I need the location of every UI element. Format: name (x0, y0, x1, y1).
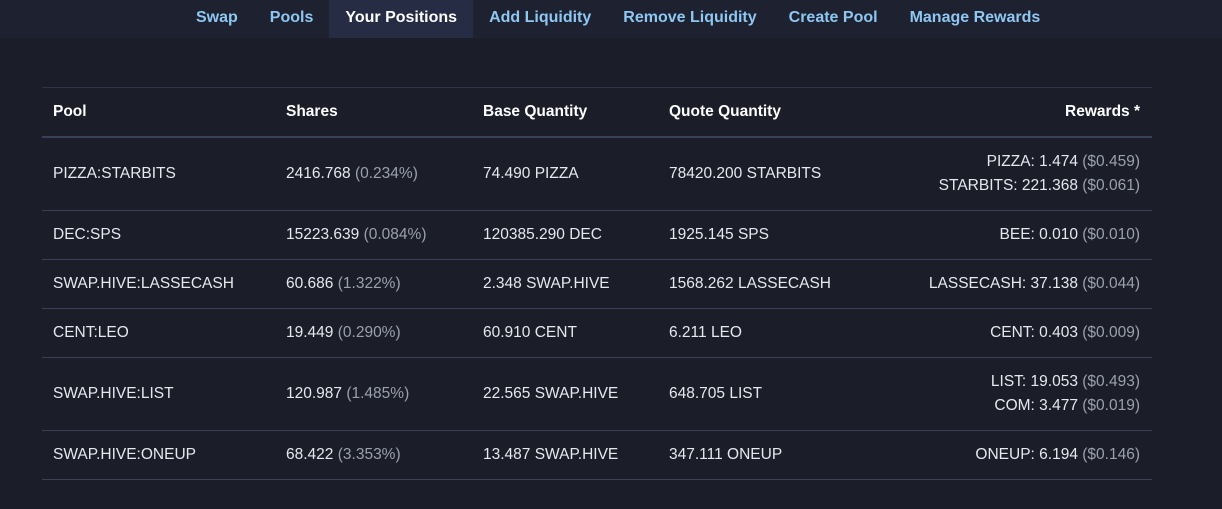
shares-cell: 60.686 (1.322%) (275, 259, 472, 309)
shares-cell: 68.422 (3.353%) (275, 430, 472, 480)
tab-your-positions[interactable]: Your Positions (329, 0, 474, 38)
reward-amount: ONEUP: 6.194 (975, 446, 1078, 463)
positions-table-container: Pool Shares Base Quantity Quote Quantity… (42, 87, 1152, 480)
shares-cell: 2416.768 (0.234%) (275, 137, 472, 211)
shares-value: 19.449 (286, 324, 334, 341)
table-row: SWAP.HIVE:ONEUP 68.422 (3.353%) 13.487 S… (42, 430, 1152, 480)
reward-usd: ($0.146) (1082, 446, 1140, 463)
shares-percent: (1.485%) (346, 385, 410, 402)
shares-percent: (0.290%) (337, 324, 401, 341)
reward-usd: ($0.010) (1082, 226, 1140, 243)
tab-remove-liquidity[interactable]: Remove Liquidity (607, 0, 772, 38)
shares-cell: 15223.639 (0.084%) (275, 210, 472, 260)
tab-add-liquidity[interactable]: Add Liquidity (473, 0, 607, 38)
header-quote-quantity: Quote Quantity (658, 87, 908, 138)
reward-line: LASSECASH: 37.138 ($0.044) (908, 272, 1140, 296)
reward-amount: PIZZA: 1.474 (986, 153, 1078, 170)
reward-line: LIST: 19.053 ($0.493) (908, 370, 1140, 394)
reward-line: STARBITS: 221.368 ($0.061) (908, 174, 1140, 198)
pool-name: SWAP.HIVE:LIST (42, 357, 275, 431)
pool-name: SWAP.HIVE:LASSECASH (42, 259, 275, 309)
reward-line: CENT: 0.403 ($0.009) (908, 321, 1140, 345)
reward-usd: ($0.459) (1082, 153, 1140, 170)
quote-quantity: 1925.145 SPS (658, 210, 908, 260)
tab-swap[interactable]: Swap (180, 0, 254, 38)
nav-tabs: Swap Pools Your Positions Add Liquidity … (180, 0, 1056, 38)
header-base-quantity: Base Quantity (472, 87, 658, 138)
shares-value: 15223.639 (286, 226, 360, 243)
table-header-row: Pool Shares Base Quantity Quote Quantity… (42, 87, 1152, 138)
rewards-cell: PIZZA: 1.474 ($0.459) STARBITS: 221.368 … (908, 137, 1152, 211)
table-row: CENT:LEO 19.449 (0.290%) 60.910 CENT 6.2… (42, 308, 1152, 358)
reward-amount: LASSECASH: 37.138 (928, 275, 1078, 292)
reward-usd: ($0.061) (1082, 177, 1140, 194)
positions-table: Pool Shares Base Quantity Quote Quantity… (42, 87, 1152, 480)
shares-cell: 120.987 (1.485%) (275, 357, 472, 431)
tab-create-pool[interactable]: Create Pool (773, 0, 894, 38)
reward-line: COM: 3.477 ($0.019) (908, 394, 1140, 418)
shares-value: 68.422 (286, 446, 334, 463)
table-row: PIZZA:STARBITS 2416.768 (0.234%) 74.490 … (42, 137, 1152, 211)
reward-amount: STARBITS: 221.368 (938, 177, 1078, 194)
shares-percent: (0.234%) (354, 165, 418, 182)
reward-usd: ($0.019) (1082, 397, 1140, 414)
shares-percent: (1.322%) (337, 275, 401, 292)
rewards-cell: BEE: 0.010 ($0.010) (908, 210, 1152, 260)
base-quantity: 22.565 SWAP.HIVE (472, 357, 658, 431)
reward-line: BEE: 0.010 ($0.010) (908, 223, 1140, 247)
reward-line: ONEUP: 6.194 ($0.146) (908, 443, 1140, 467)
base-quantity: 13.487 SWAP.HIVE (472, 430, 658, 480)
rewards-cell: LASSECASH: 37.138 ($0.044) (908, 259, 1152, 309)
top-navigation-bar: Swap Pools Your Positions Add Liquidity … (0, 0, 1222, 38)
quote-quantity: 1568.262 LASSECASH (658, 259, 908, 309)
reward-usd: ($0.493) (1082, 373, 1140, 390)
pool-name: DEC:SPS (42, 210, 275, 260)
base-quantity: 74.490 PIZZA (472, 137, 658, 211)
rewards-cell: LIST: 19.053 ($0.493) COM: 3.477 ($0.019… (908, 357, 1152, 431)
rewards-cell: ONEUP: 6.194 ($0.146) (908, 430, 1152, 480)
shares-value: 2416.768 (286, 165, 351, 182)
pool-name: PIZZA:STARBITS (42, 137, 275, 211)
quote-quantity: 78420.200 STARBITS (658, 137, 908, 211)
rewards-cell: CENT: 0.403 ($0.009) (908, 308, 1152, 358)
shares-percent: (3.353%) (337, 446, 401, 463)
base-quantity: 120385.290 DEC (472, 210, 658, 260)
reward-usd: ($0.044) (1082, 275, 1140, 292)
table-row: DEC:SPS 15223.639 (0.084%) 120385.290 DE… (42, 210, 1152, 260)
shares-value: 120.987 (286, 385, 343, 402)
header-shares: Shares (275, 87, 472, 138)
pool-name: SWAP.HIVE:ONEUP (42, 430, 275, 480)
header-pool: Pool (42, 87, 275, 138)
reward-line: PIZZA: 1.474 ($0.459) (908, 150, 1140, 174)
shares-percent: (0.084%) (363, 226, 427, 243)
reward-amount: LIST: 19.053 (990, 373, 1078, 390)
reward-amount: COM: 3.477 (994, 397, 1078, 414)
table-row: SWAP.HIVE:LIST 120.987 (1.485%) 22.565 S… (42, 357, 1152, 431)
base-quantity: 60.910 CENT (472, 308, 658, 358)
header-rewards: Rewards * (908, 87, 1152, 138)
pool-name: CENT:LEO (42, 308, 275, 358)
table-row: SWAP.HIVE:LASSECASH 60.686 (1.322%) 2.34… (42, 259, 1152, 309)
reward-amount: BEE: 0.010 (999, 226, 1078, 243)
reward-amount: CENT: 0.403 (990, 324, 1078, 341)
quote-quantity: 6.211 LEO (658, 308, 908, 358)
quote-quantity: 648.705 LIST (658, 357, 908, 431)
base-quantity: 2.348 SWAP.HIVE (472, 259, 658, 309)
shares-cell: 19.449 (0.290%) (275, 308, 472, 358)
quote-quantity: 347.111 ONEUP (658, 430, 908, 480)
shares-value: 60.686 (286, 275, 334, 292)
reward-usd: ($0.009) (1082, 324, 1140, 341)
tab-pools[interactable]: Pools (254, 0, 330, 38)
tab-manage-rewards[interactable]: Manage Rewards (894, 0, 1057, 38)
